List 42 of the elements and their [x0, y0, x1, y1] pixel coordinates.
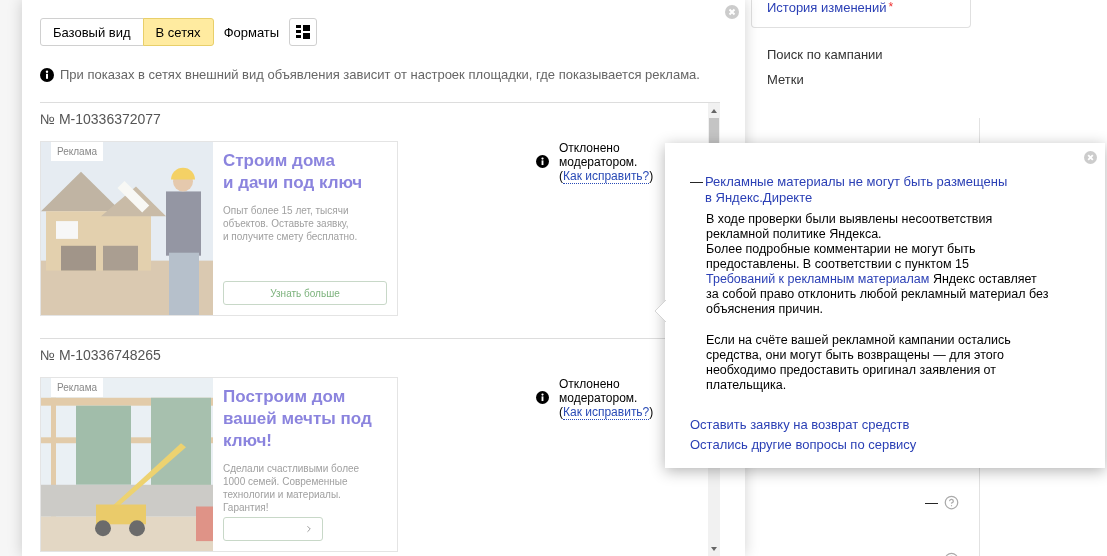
info-icon [536, 391, 549, 404]
help-icon[interactable] [944, 494, 959, 510]
fix-line: (Как исправить?) [559, 169, 654, 183]
dash: — [690, 174, 703, 191]
side-link[interactable]: Поиск по кампании [767, 47, 1107, 63]
ad-cta-button[interactable] [223, 517, 323, 541]
requirements-link[interactable]: Требований к рекламным материалам [706, 272, 930, 286]
ad-title: Построим дом вашей мечты под ключ! [223, 386, 373, 452]
formats-label: Форматы [223, 24, 280, 40]
close-icon[interactable] [1084, 151, 1097, 164]
help-link[interactable]: Остались другие вопросы по сервису [690, 437, 1075, 453]
fix-link[interactable]: Как исправить? [563, 405, 650, 420]
ad-badge: Реклама [51, 142, 104, 161]
ad-text: Опыт более 15 лет, тысячи объектов. Оставьте заявку, и получите смету бесплатно. [223, 204, 359, 243]
reason-link[interactable]: Рекламные материалы не могут быть размещены в Яндекс.Директе [705, 174, 1015, 206]
reason-text: В ходе проверки были выявлены несоответствия рекламной политике Яндекса. [706, 212, 994, 242]
ad-text: Сделали счастливыми более 1000 семей. Современные технологии и материалы. Гарантия! [223, 462, 361, 514]
scroll-up-icon[interactable] [710, 108, 718, 114]
ad-title: Строим дома и дачи под ключ [223, 150, 364, 194]
info-note: При показах в сетях внешний вид объявления зависит от настроек площадки, где показывается реклама. [60, 67, 700, 82]
side-link[interactable]: Метки [767, 72, 1107, 88]
status-text: Отклонено модератором. [559, 377, 639, 405]
formats-button[interactable] [289, 18, 318, 46]
view-tab[interactable]: В сетях [142, 18, 214, 46]
info-icon [40, 67, 54, 82]
ad-number: № M-10336748265 [40, 347, 162, 363]
help-link[interactable]: Оставить заявку на возврат средств [690, 417, 1075, 433]
info-icon [536, 155, 549, 168]
reason-text: Более подробные комментарии не могут быть предоставлены. В соответствии с пунктом 15 Требований к рекламным материалам Яндекс оставляет за собой право отклонить любой рекламный материал без объяснения причин. [706, 242, 1050, 317]
reason-text: Если на счёте вашей рекламной кампании остались средства, они могут быть возвращены — для этого необходимо предоставить оригинал заявления от плательщика. [706, 333, 1012, 393]
chevron-icon [304, 524, 314, 534]
close-icon[interactable] [725, 5, 739, 19]
scroll-down-icon[interactable] [710, 546, 718, 552]
history-link[interactable]: История изменений* [767, 0, 894, 15]
fix-line: (Как исправить?) [559, 405, 654, 419]
layout-icon [296, 25, 311, 39]
ad-number: № M-10336372077 [40, 111, 162, 127]
fix-link[interactable]: Как исправить? [563, 169, 650, 184]
view-tab[interactable]: Базовый вид [40, 18, 144, 46]
status-text: Отклонено модератором. [559, 141, 639, 169]
ad-badge: Реклама [51, 378, 104, 397]
metric-value: — [925, 494, 938, 510]
